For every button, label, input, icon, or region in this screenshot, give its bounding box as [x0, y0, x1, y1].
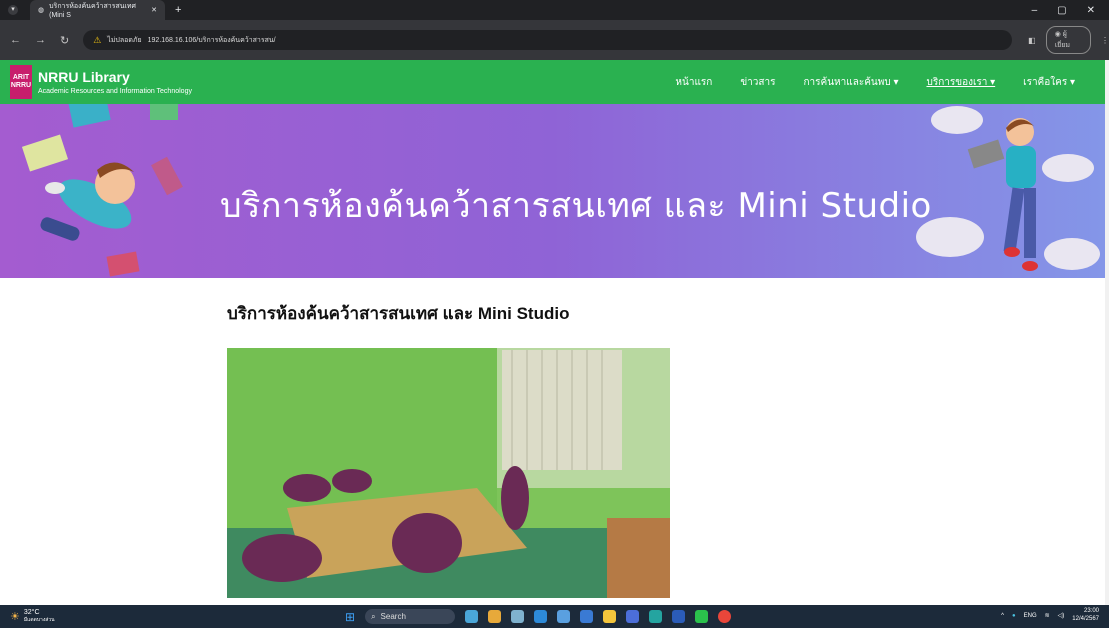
- book-illustration-2: [150, 104, 178, 120]
- weather-note: มีแดดบางส่วน: [23, 617, 55, 623]
- photo-chair-3: [242, 534, 322, 582]
- photo-chair-1: [283, 474, 331, 502]
- window-controls: – ▢ ✕: [1032, 5, 1109, 16]
- app-icon-4[interactable]: [557, 610, 571, 623]
- weather-widget[interactable]: ☀ 32°C มีแดดบางส่วน: [10, 609, 55, 624]
- logo-line-1: ARIT: [12, 74, 30, 82]
- book-illustration-5: [106, 251, 140, 277]
- boy-shoe: [45, 182, 65, 194]
- banner-title: บริการห้องค้นคว้าสารสนเทศ และ Mini Studi…: [220, 186, 932, 226]
- browser-tab-strip: ▾ ◍ บริการห้องค้นคว้าสารสนเทศ (Mini S ✕ …: [0, 0, 1109, 20]
- browser-tab[interactable]: ◍ บริการห้องค้นคว้าสารสนเทศ (Mini S ✕: [30, 0, 165, 20]
- photo-blinds: [502, 350, 622, 470]
- page-title: บริการห้องค้นคว้าสารสนเทศ และ Mini Studi…: [227, 304, 570, 323]
- cloud-2: [1042, 154, 1094, 182]
- browser-toolbar: ← → ↻ ⚠ ไม่ปลอดภัย 192.168.16.106/บริการ…: [0, 20, 1109, 60]
- app-icon-3[interactable]: [534, 610, 548, 623]
- address-bar[interactable]: ⚠ ไม่ปลอดภัย 192.168.16.106/บริการห้องค้…: [83, 30, 1013, 50]
- menu-item-about[interactable]: เราคือใคร ▾: [1023, 75, 1075, 90]
- weather-icon: ☀: [10, 611, 20, 623]
- photo-cabinet: [607, 518, 670, 598]
- hero-banner: บริการห้องค้นคว้าสารสนเทศ และ Mini Studi…: [0, 104, 1105, 278]
- clock-date: 12/4/2567: [1072, 615, 1099, 622]
- back-arrow-icon[interactable]: ←: [10, 34, 21, 47]
- logo-line-2: NRRU: [10, 82, 32, 89]
- widgets-icon[interactable]: [465, 610, 479, 623]
- user-icon: ◉: [1054, 31, 1061, 38]
- url-text[interactable]: 192.168.16.106/บริการห้องค้นคว้าสารสน/: [148, 35, 276, 46]
- volume-icon[interactable]: ◁): [1058, 612, 1065, 619]
- search-placeholder: Search: [380, 612, 406, 621]
- app-icon-2[interactable]: [511, 610, 525, 623]
- line-icon[interactable]: [695, 610, 709, 623]
- photo-chair-2: [332, 469, 372, 493]
- arit-logo[interactable]: ARIT NRRU: [10, 65, 32, 99]
- security-label[interactable]: ไม่ปลอดภัย: [107, 35, 141, 46]
- man-body: [1006, 146, 1036, 188]
- menu-item-search-discover[interactable]: การค้นหาและค้นพบ ▾: [803, 75, 898, 90]
- photo-chair-5: [501, 466, 529, 530]
- cloud-4: [1044, 238, 1100, 270]
- photo-chair-4: [392, 513, 462, 573]
- book-illustration-3: [21, 134, 69, 172]
- side-panel-icon[interactable]: ◧: [1028, 36, 1036, 45]
- chrome-icon[interactable]: [718, 610, 732, 623]
- tab-close-icon[interactable]: ✕: [151, 6, 157, 14]
- boy-legs: [40, 217, 80, 241]
- main-menu: หน้าแรก ข่าวสาร การค้นหาและค้นพบ ▾ บริกา…: [675, 75, 1105, 90]
- man-leg-1: [1003, 187, 1025, 253]
- temperature: 32°C: [23, 609, 40, 616]
- brand-name: NRRU Library: [38, 69, 130, 85]
- windows-start-icon[interactable]: ⊞: [345, 610, 355, 624]
- maximize-button[interactable]: ▢: [1057, 5, 1066, 16]
- cloud-1: [931, 106, 983, 134]
- brand-subtitle: Academic Resources and Information Techn…: [38, 88, 192, 95]
- minimize-button[interactable]: –: [1032, 5, 1038, 16]
- app-icon-1[interactable]: [488, 610, 502, 623]
- app-icon-6[interactable]: [626, 610, 640, 623]
- room-photo: [227, 348, 670, 598]
- close-window-button[interactable]: ✕: [1087, 5, 1095, 16]
- tab-title: บริการห้องค้นคว้าสารสนเทศ (Mini S: [49, 3, 136, 19]
- reload-icon[interactable]: ↻: [60, 34, 69, 47]
- app-tray-icon[interactable]: ●: [1012, 613, 1016, 619]
- forward-arrow-icon[interactable]: →: [35, 34, 46, 47]
- brand[interactable]: NRRU Library Academic Resources and Info…: [38, 69, 192, 95]
- menu-item-services[interactable]: บริการของเรา ▾: [926, 75, 995, 90]
- globe-icon: ◍: [38, 7, 45, 14]
- new-tab-button[interactable]: +: [175, 4, 181, 16]
- word-icon[interactable]: [672, 610, 686, 623]
- menu-item-home[interactable]: หน้าแรก: [675, 75, 712, 90]
- page-scrollbar[interactable]: [1105, 60, 1109, 605]
- tab-search-icon[interactable]: ▾: [8, 5, 18, 15]
- laptop-illustration: [967, 139, 1005, 169]
- file-explorer-icon[interactable]: [603, 610, 617, 623]
- site-navbar: ARIT NRRU NRRU Library Academic Resource…: [0, 60, 1105, 104]
- toolbar-right: ◧ ◉ ผู้เยี่ยม ⋮: [1028, 26, 1109, 54]
- system-tray: ^ ● ENG ≋ ◁) 23:00 12/4/2567: [1001, 608, 1099, 624]
- search-icon: ⌕: [371, 611, 376, 621]
- clock[interactable]: 23:00 12/4/2567: [1072, 608, 1099, 624]
- man-shoe-1: [1004, 247, 1020, 257]
- app-icon-7[interactable]: [649, 610, 663, 623]
- book-illustration: [67, 104, 111, 128]
- clock-time: 23:00: [1083, 608, 1099, 614]
- man-shoe-2: [1022, 261, 1038, 271]
- app-icon-5[interactable]: [580, 610, 594, 623]
- profile-button[interactable]: ◉ ผู้เยี่ยม: [1045, 26, 1091, 54]
- man-leg-2: [1024, 188, 1036, 258]
- warning-icon[interactable]: ⚠: [93, 35, 101, 46]
- wifi-icon[interactable]: ≋: [1045, 612, 1050, 619]
- kebab-menu-icon[interactable]: ⋮: [1101, 36, 1109, 45]
- book-illustration-4: [151, 156, 183, 196]
- windows-taskbar: ☀ 32°C มีแดดบางส่วน ⊞ ⌕ Search ^ ● ENG ≋…: [0, 605, 1109, 628]
- chevron-up-icon[interactable]: ^: [1001, 613, 1004, 619]
- language-indicator[interactable]: ENG: [1024, 613, 1037, 619]
- menu-item-news[interactable]: ข่าวสาร: [740, 75, 775, 90]
- nav-buttons: ← → ↻: [10, 34, 69, 47]
- taskbar-apps: ⊞ ⌕ Search: [345, 609, 732, 624]
- taskbar-search[interactable]: ⌕ Search: [365, 609, 456, 624]
